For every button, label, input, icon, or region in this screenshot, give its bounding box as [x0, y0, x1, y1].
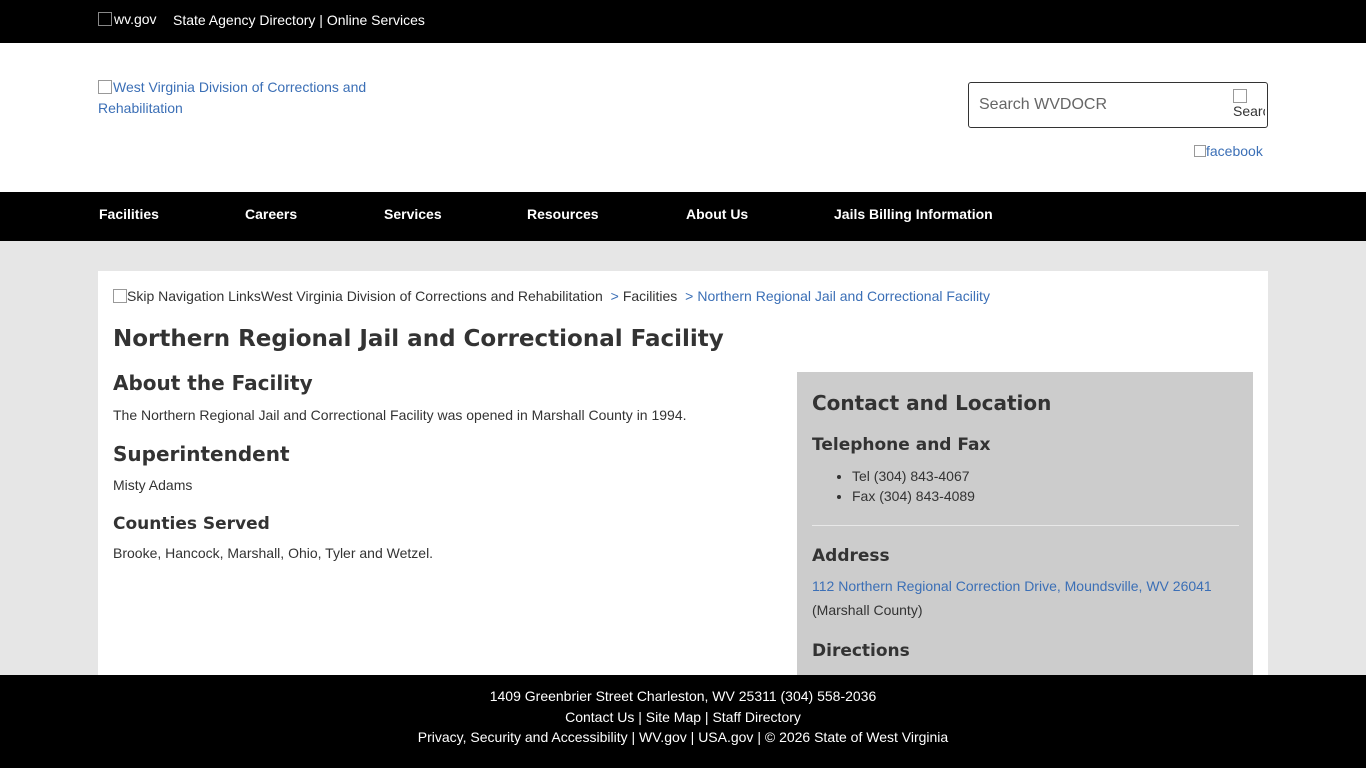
copyright-text: © 2026 State of West Virginia — [764, 729, 949, 745]
facebook-alt: facebook — [1206, 143, 1263, 159]
site-map-link[interactable]: Site Map — [646, 709, 701, 725]
nav-item-facilities[interactable]: Facilities — [99, 206, 159, 222]
search-input[interactable] — [979, 94, 1219, 116]
county-text: (Marshall County) — [812, 602, 923, 618]
phone-list: Tel (304) 843-4067 Fax (304) 843-4089 — [852, 466, 975, 506]
skip-nav-icon[interactable] — [113, 289, 127, 303]
footer-links-row-2: Privacy, Security and Accessibility | WV… — [0, 729, 1366, 745]
counties-text: Brooke, Hancock, Marshall, Ohio, Tyler a… — [113, 545, 434, 561]
staff-directory-link[interactable]: Staff Directory — [712, 709, 800, 725]
about-text: The Northern Regional Jail and Correctio… — [113, 407, 687, 423]
facebook-link[interactable]: facebook — [1194, 143, 1263, 159]
broken-image-icon — [98, 12, 112, 26]
main-nav: Facilities Careers Services Resources Ab… — [0, 192, 1366, 241]
site-footer: 1409 Greenbrier Street Charleston, WV 25… — [0, 675, 1366, 768]
fax-number: Fax (304) 843-4089 — [852, 486, 975, 506]
top-links: State Agency Directory | Online Services — [173, 12, 425, 28]
address-heading: Address — [812, 546, 890, 566]
wvgov-logo-link[interactable]: wv.gov — [98, 11, 157, 27]
nav-item-resources[interactable]: Resources — [527, 206, 599, 222]
footer-separator: | — [631, 729, 636, 745]
footer-separator: | — [757, 729, 761, 745]
contact-heading: Contact and Location — [812, 391, 1052, 415]
counties-heading: Counties Served — [113, 514, 270, 534]
top-links-separator: | — [319, 12, 323, 28]
site-logo-link[interactable]: West Virginia Division of Corrections an… — [98, 77, 398, 119]
search-button[interactable]: Search — [1233, 89, 1265, 123]
breadcrumb-root-link[interactable]: West Virginia Division of Corrections an… — [261, 288, 603, 304]
online-services-link[interactable]: Online Services — [327, 12, 425, 28]
footer-separator: | — [704, 709, 709, 725]
about-heading: About the Facility — [113, 371, 313, 395]
breadcrumb-facilities-link[interactable]: Facilities — [623, 288, 677, 304]
superintendent-name: Misty Adams — [113, 477, 193, 493]
breadcrumb-current: Northern Regional Jail and Correctional … — [697, 288, 990, 304]
search-icon — [1233, 89, 1247, 103]
footer-links-row-1: Contact Us | Site Map | Staff Directory — [0, 709, 1366, 725]
top-bar: wv.gov State Agency Directory | Online S… — [0, 0, 1366, 43]
wvgov-logo-alt: wv.gov — [114, 11, 157, 27]
phone-heading: Telephone and Fax — [812, 435, 991, 455]
nav-item-jails-billing[interactable]: Jails Billing Information — [834, 206, 993, 222]
main-content: Skip Navigation LinksWest Virginia Divis… — [98, 271, 1268, 681]
facebook-icon — [1194, 145, 1206, 157]
usagov-link[interactable]: USA.gov — [698, 729, 753, 745]
footer-address: 1409 Greenbrier Street Charleston, WV 25… — [489, 688, 877, 704]
state-agency-directory-link[interactable]: State Agency Directory — [173, 12, 315, 28]
contact-sidebar: Contact and Location Telephone and Fax T… — [797, 372, 1253, 681]
page-title: Northern Regional Jail and Correctional … — [113, 326, 724, 352]
breadcrumb-separator: > — [685, 288, 694, 304]
breadcrumb: Skip Navigation LinksWest Virginia Divis… — [113, 288, 990, 304]
site-header: West Virginia Division of Corrections an… — [0, 43, 1366, 192]
superintendent-heading: Superintendent — [113, 442, 290, 466]
search-button-alt: Search — [1233, 103, 1265, 119]
site-logo-alt: West Virginia Division of Corrections an… — [98, 79, 367, 116]
skip-nav-alt: Skip Navigation Links — [127, 288, 261, 304]
privacy-link[interactable]: Privacy, Security and Accessibility — [418, 729, 628, 745]
wvgov-link[interactable]: WV.gov — [639, 729, 687, 745]
directions-heading: Directions — [812, 641, 910, 661]
footer-separator: | — [638, 709, 642, 725]
broken-image-icon — [98, 80, 112, 94]
nav-item-about-us[interactable]: About Us — [686, 206, 748, 222]
breadcrumb-separator: > — [610, 288, 619, 304]
nav-item-careers[interactable]: Careers — [245, 206, 297, 222]
footer-separator: | — [690, 729, 695, 745]
search-box: Search — [968, 82, 1268, 128]
divider — [812, 525, 1239, 526]
contact-us-link[interactable]: Contact Us — [565, 709, 634, 725]
facility-info: About the Facility The Northern Regional… — [113, 371, 773, 561]
nav-item-services[interactable]: Services — [384, 206, 442, 222]
address-link[interactable]: 112 Northern Regional Correction Drive, … — [812, 578, 1212, 594]
tel-number: Tel (304) 843-4067 — [852, 466, 975, 486]
